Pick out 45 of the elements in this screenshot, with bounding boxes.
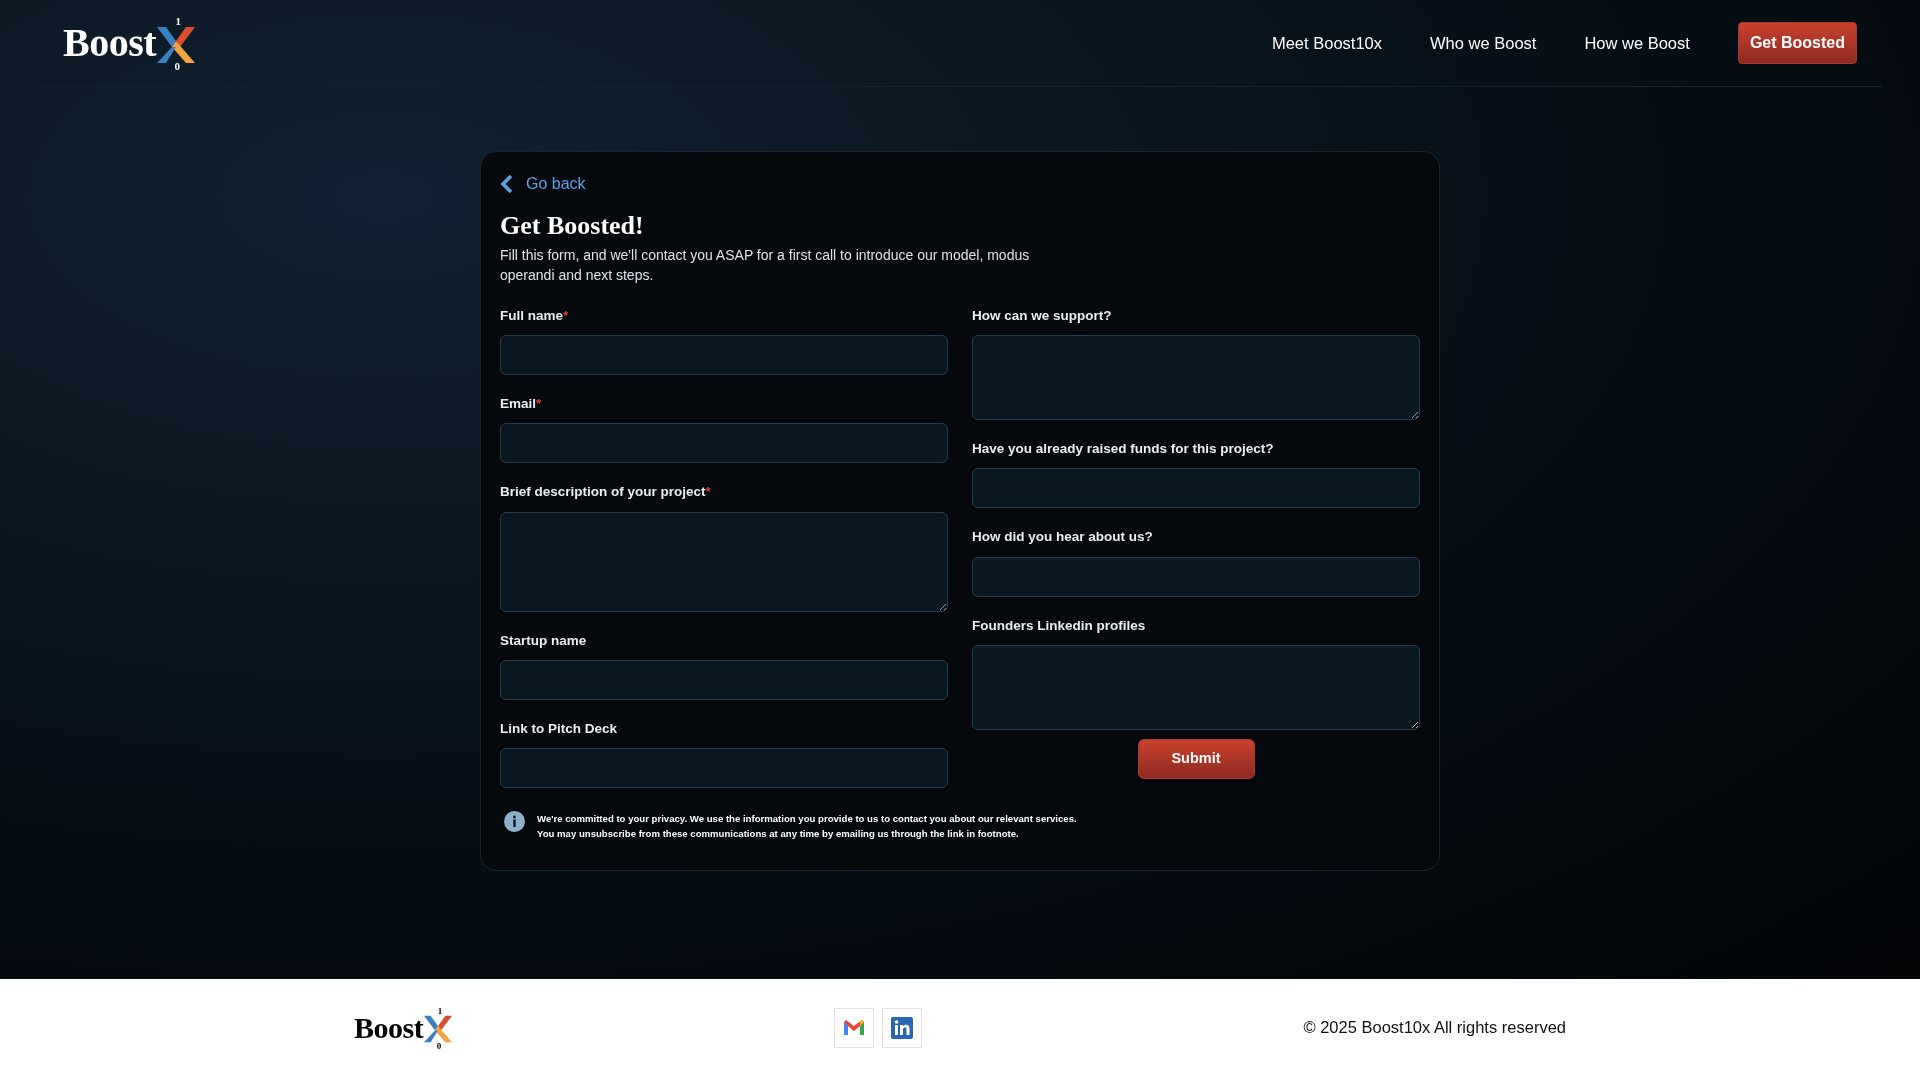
mail-icon	[842, 1019, 865, 1036]
logo-wordmark: Boost	[63, 23, 157, 63]
copyright-text: © 2025 Boost10x All rights reserved	[1303, 1017, 1566, 1039]
field-label: Link to Pitch Deck	[500, 719, 619, 738]
chevron-left-icon	[500, 175, 514, 193]
nav-link[interactable]: How we Boost	[1584, 30, 1690, 56]
logo-digit: 1	[175, 16, 182, 27]
input-field[interactable]	[500, 748, 948, 789]
x-mark-icon	[424, 1014, 453, 1043]
info-icon	[504, 811, 525, 833]
text-area[interactable]	[972, 644, 1420, 730]
form-title: Get Boosted!	[500, 210, 645, 242]
linkedin-link[interactable]	[881, 1007, 922, 1048]
input-field[interactable]	[500, 335, 948, 376]
field-label: Full name*	[500, 306, 570, 325]
field-label: Founders Linkedin profiles	[972, 616, 1147, 635]
text-area[interactable]	[972, 335, 1420, 421]
footer-logo[interactable]: Boost 1 0	[354, 1003, 453, 1052]
field-label: Have you already raised funds for this project?	[972, 440, 1275, 459]
privacy-note: You may unsubscribe from these communications at any time by emailing us through the link in footnote.	[537, 827, 1020, 842]
nav-link[interactable]: Who we Boost	[1430, 30, 1537, 56]
logo-digit: 0	[174, 61, 181, 72]
field-label: Startup name	[500, 631, 588, 650]
privacy-note: We're committed to your privacy. We use the information you provide to us to contact you about our relevant services.	[537, 812, 1077, 827]
field-label: Email*	[500, 395, 543, 414]
form-description: Fill this form, and we'll contact you ASAP for a first call to introduce our model, modus operandi and next steps.	[500, 246, 1031, 286]
logo-digit: 0	[436, 1041, 442, 1051]
input-field[interactable]	[972, 468, 1420, 509]
nav-link[interactable]: Meet Boost10x	[1271, 30, 1382, 56]
text-area[interactable]	[500, 511, 948, 612]
input-field[interactable]	[972, 556, 1420, 597]
input-field[interactable]	[500, 423, 948, 464]
gmail-link[interactable]	[833, 1007, 874, 1048]
field-label: Brief description of your project*	[500, 483, 712, 502]
x-mark-icon	[157, 27, 196, 63]
back-link[interactable]: Go back	[500, 172, 586, 196]
field-label: How can we support?	[972, 306, 1113, 325]
get-boosted-button[interactable]: Get Boosted	[1737, 22, 1857, 64]
linkedin-icon	[890, 1016, 913, 1039]
logo-wordmark: Boost	[354, 1012, 424, 1043]
input-field[interactable]	[500, 659, 948, 700]
logo[interactable]: Boost 1 0	[63, 14, 196, 72]
field-label: How did you hear about us?	[972, 528, 1154, 547]
submit-button[interactable]: Submit	[1137, 738, 1255, 779]
logo-digit: 1	[437, 1006, 443, 1016]
